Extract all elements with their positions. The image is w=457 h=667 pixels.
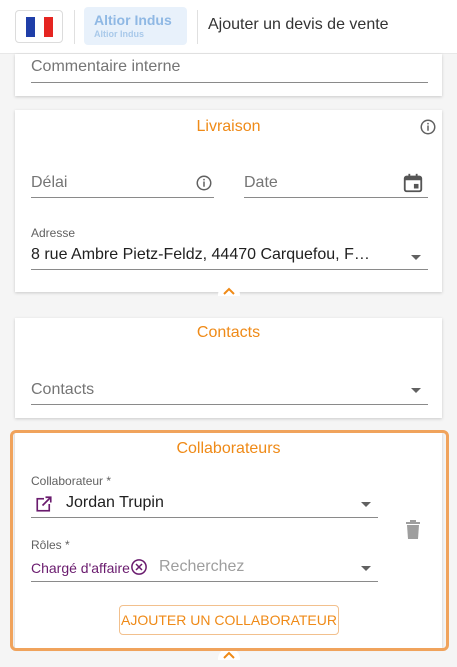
field-underline <box>31 269 428 270</box>
delai-field[interactable]: Délai <box>31 174 67 192</box>
livraison-title: Livraison <box>196 118 261 135</box>
contacts-card: Contacts Contacts <box>15 318 442 418</box>
chevron-down-icon[interactable] <box>411 388 421 393</box>
info-icon[interactable] <box>419 118 437 136</box>
contacts-select[interactable]: Contacts <box>31 381 94 399</box>
internal-comment-field[interactable]: Commentaire interne <box>31 58 180 76</box>
header-divider <box>74 10 75 44</box>
contacts-title: Contacts <box>196 324 261 341</box>
chevron-up-icon <box>223 287 235 295</box>
selection-highlight <box>10 430 449 651</box>
collapse-button[interactable] <box>218 284 240 296</box>
company-name: Altior Indus <box>94 12 172 28</box>
company-subname: Altior Indus <box>94 29 144 39</box>
french-flag-icon <box>26 17 53 37</box>
comment-card: Commentaire interne <box>15 54 442 96</box>
field-underline <box>31 82 428 83</box>
adresse-label: Adresse <box>31 226 76 240</box>
field-underline <box>244 197 428 198</box>
livraison-card: Livraison Délai Date Adresse 8 rue Ambre… <box>15 110 442 292</box>
chevron-down-icon[interactable] <box>411 255 421 260</box>
field-underline <box>31 404 428 405</box>
page-title: Ajouter un devis de vente <box>208 16 389 33</box>
company-selector[interactable]: Altior Indus Altior Indus <box>84 7 187 45</box>
calendar-icon[interactable] <box>402 172 424 194</box>
adresse-select[interactable]: 8 rue Ambre Pietz-Feldz, 44470 Carquefou… <box>31 246 370 264</box>
date-field[interactable]: Date <box>244 174 278 192</box>
header-divider <box>197 10 198 44</box>
field-underline <box>31 197 214 198</box>
info-icon[interactable] <box>195 174 213 192</box>
app-header: Altior Indus Altior Indus Ajouter un dev… <box>0 0 457 54</box>
language-button[interactable] <box>15 10 63 43</box>
